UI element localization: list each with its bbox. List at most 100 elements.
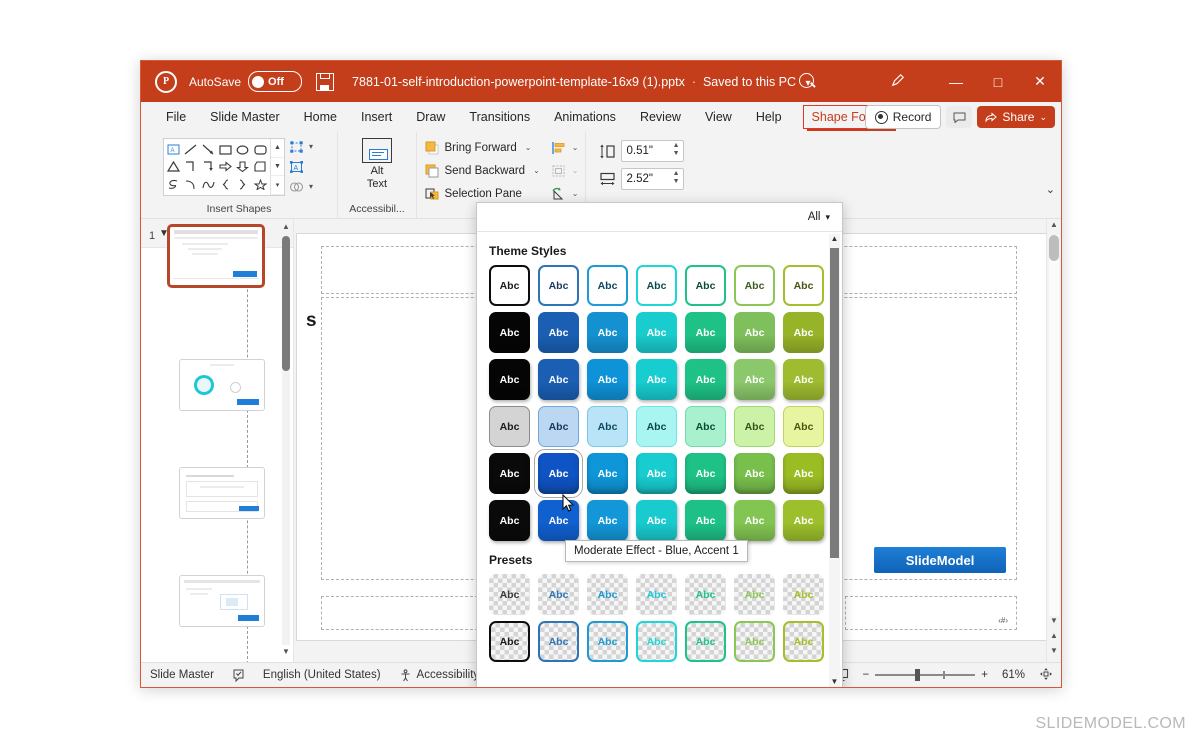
theme-swatch-solid-fill-shadow-7[interactable]: Abc xyxy=(783,359,824,400)
slide-scrollbar-thumb[interactable] xyxy=(1049,235,1059,261)
theme-swatch-subtle-effect-5[interactable]: Abc xyxy=(685,406,726,447)
tab-animations[interactable]: Animations xyxy=(543,104,627,130)
theme-swatch-subtle-outline-4[interactable]: Abc xyxy=(636,265,677,306)
theme-swatch-intense-effect-5[interactable]: Abc xyxy=(685,500,726,541)
preset-swatch-no-outline-transparent-3[interactable]: Abc xyxy=(587,574,628,615)
theme-swatch-solid-fill-5[interactable]: Abc xyxy=(685,312,726,353)
tab-view[interactable]: View xyxy=(694,104,743,130)
tab-review[interactable]: Review xyxy=(629,104,692,130)
footer-placeholder-left[interactable] xyxy=(321,596,483,630)
theme-swatch-moderate-effect-1[interactable]: Abc xyxy=(489,453,530,494)
align-button[interactable]: ⌄ xyxy=(548,137,582,158)
theme-swatch-intense-effect-4[interactable]: Abc xyxy=(636,500,677,541)
accessibility-checker-button[interactable] xyxy=(223,669,254,682)
shape-left-brace-icon[interactable] xyxy=(217,176,234,193)
thumbnail-scroll-up[interactable]: ▲ xyxy=(281,222,291,234)
preset-swatch-no-outline-transparent-7[interactable]: Abc xyxy=(783,574,824,615)
group-button[interactable]: ⌄ xyxy=(548,160,582,181)
thumbnail-scrollbar-thumb[interactable] xyxy=(282,236,290,371)
slide-vertical-scrollbar[interactable]: ▲ ▼ ▲ ▼ xyxy=(1046,219,1061,662)
theme-swatch-solid-fill-shadow-2[interactable]: Abc xyxy=(538,359,579,400)
shape-width-spinner[interactable]: ▲ ▼ xyxy=(673,170,680,186)
status-language[interactable]: English (United States) xyxy=(254,669,390,681)
thumbnail-4[interactable] xyxy=(179,575,265,627)
preset-swatch-colored-outline-transparent-2[interactable]: Abc xyxy=(538,621,579,662)
theme-swatch-solid-fill-6[interactable]: Abc xyxy=(734,312,775,353)
tab-transitions[interactable]: Transitions xyxy=(458,104,541,130)
theme-swatch-subtle-effect-4[interactable]: Abc xyxy=(636,406,677,447)
theme-swatch-subtle-effect-3[interactable]: Abc xyxy=(587,406,628,447)
theme-swatch-subtle-outline-3[interactable]: Abc xyxy=(587,265,628,306)
rotate-button[interactable]: ⌄ xyxy=(548,183,582,204)
gallery-scrollbar-thumb[interactable] xyxy=(830,248,839,558)
shape-curve-icon[interactable] xyxy=(200,176,217,193)
send-backward-button[interactable]: Send Backward ⌄ xyxy=(421,160,544,181)
shape-height-spinner[interactable]: ▲ ▼ xyxy=(673,142,680,158)
close-button[interactable]: ✕ xyxy=(1019,61,1061,102)
theme-swatch-solid-fill-shadow-5[interactable]: Abc xyxy=(685,359,726,400)
zoom-out-button[interactable]: − xyxy=(863,669,870,681)
theme-swatch-subtle-effect-1[interactable]: Abc xyxy=(489,406,530,447)
edit-shape-chevron-icon[interactable]: ▾ xyxy=(309,142,313,151)
zoom-in-button[interactable]: + xyxy=(981,669,988,681)
theme-swatch-solid-fill-1[interactable]: Abc xyxy=(489,312,530,353)
thumbnail-scroll-down[interactable]: ▼ xyxy=(281,647,291,659)
shape-arrow-line-icon[interactable] xyxy=(200,141,217,158)
share-chevron-icon[interactable]: ⌄ xyxy=(1039,112,1047,123)
tab-slide-master[interactable]: Slide Master xyxy=(199,104,290,130)
theme-swatch-subtle-outline-1[interactable]: Abc xyxy=(489,265,530,306)
merge-shapes-button[interactable]: ▾ xyxy=(289,178,323,195)
preset-swatch-no-outline-transparent-2[interactable]: Abc xyxy=(538,574,579,615)
save-icon[interactable] xyxy=(316,72,335,91)
edit-shape-button[interactable]: ▾ xyxy=(289,138,323,155)
bring-forward-button[interactable]: Bring Forward ⌄ xyxy=(421,137,544,158)
tab-draw[interactable]: Draw xyxy=(405,104,456,130)
gallery-filter-chevron-icon[interactable]: ▾ xyxy=(825,212,830,223)
slide-scroll-down[interactable]: ▼ xyxy=(1047,616,1061,630)
theme-swatch-subtle-outline-6[interactable]: Abc xyxy=(734,265,775,306)
minimize-button[interactable]: — xyxy=(935,61,977,102)
shape-right-brace-icon[interactable] xyxy=(234,176,251,193)
theme-swatch-subtle-outline-5[interactable]: Abc xyxy=(685,265,726,306)
slide-scroll-up[interactable]: ▲ xyxy=(1047,220,1061,234)
theme-swatch-solid-fill-7[interactable]: Abc xyxy=(783,312,824,353)
theme-swatch-solid-fill-4[interactable]: Abc xyxy=(636,312,677,353)
theme-swatch-moderate-effect-2[interactable]: Abc xyxy=(534,449,583,498)
gallery-scroll-down[interactable]: ▼ xyxy=(829,677,840,687)
alt-text-button[interactable]: Alt Text xyxy=(350,138,404,190)
theme-swatch-intense-effect-1[interactable]: Abc xyxy=(489,500,530,541)
thumbnail-1[interactable] xyxy=(167,224,265,288)
shape-text-box-icon[interactable]: A xyxy=(165,141,182,158)
zoom-level-label[interactable]: 61% xyxy=(1002,669,1025,681)
preset-swatch-colored-outline-transparent-5[interactable]: Abc xyxy=(685,621,726,662)
record-button[interactable]: Record xyxy=(864,105,942,129)
search-icon[interactable] xyxy=(799,73,814,88)
shape-line-icon[interactable] xyxy=(182,141,199,158)
theme-swatch-solid-fill-shadow-3[interactable]: Abc xyxy=(587,359,628,400)
theme-swatch-moderate-effect-6[interactable]: Abc xyxy=(734,453,775,494)
shape-height-input[interactable]: 0.51" ▲ ▼ xyxy=(620,140,684,162)
thumbnail-3[interactable] xyxy=(179,467,265,519)
shape-width-input[interactable]: 2.52" ▲ ▼ xyxy=(620,168,684,190)
maximize-button[interactable]: □ xyxy=(977,61,1019,102)
theme-swatch-subtle-outline-7[interactable]: Abc xyxy=(783,265,824,306)
bring-forward-chevron-icon[interactable]: ⌄ xyxy=(525,143,532,152)
preset-swatch-colored-outline-transparent-3[interactable]: Abc xyxy=(587,621,628,662)
draw-textbox-button[interactable]: A xyxy=(289,158,323,175)
shapes-scroll-up[interactable]: ▲ xyxy=(271,139,284,158)
merge-shapes-chevron-icon[interactable]: ▾ xyxy=(309,182,313,191)
shapes-gallery-scrollbar[interactable]: ▲ ▼ ▾ xyxy=(270,139,284,196)
preset-swatch-no-outline-transparent-4[interactable]: Abc xyxy=(636,574,677,615)
group-chevron-icon[interactable]: ⌄ xyxy=(572,166,579,175)
shape-oval-icon[interactable] xyxy=(234,141,251,158)
shape-arc-icon[interactable] xyxy=(182,176,199,193)
shapes-gallery-expand[interactable]: ▾ xyxy=(271,176,284,196)
zoom-slider-handle[interactable] xyxy=(915,669,921,682)
zoom-slider[interactable]: − + xyxy=(863,669,988,682)
slidemodel-brand-badge[interactable]: SlideModel xyxy=(874,547,1006,573)
pen-draw-icon[interactable] xyxy=(891,73,905,87)
shape-block-arrow-down-icon[interactable] xyxy=(234,158,251,175)
rotate-chevron-icon[interactable]: ⌄ xyxy=(572,189,579,198)
theme-swatch-intense-effect-3[interactable]: Abc xyxy=(587,500,628,541)
gallery-scrollbar[interactable]: ▲ ▼ xyxy=(829,234,840,687)
